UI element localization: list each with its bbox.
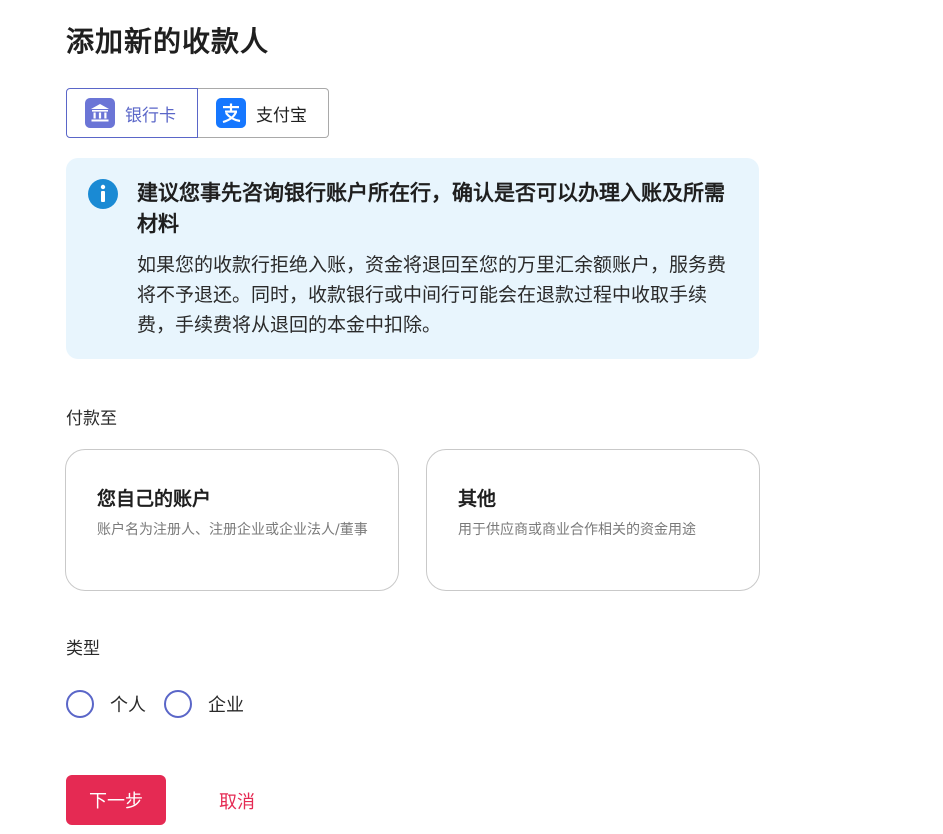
- card-description: 账户名为注册人、注册企业或企业法人/董事: [97, 522, 368, 538]
- card-description: 用于供应商或商业合作相关的资金用途: [458, 522, 696, 538]
- card-title: 您自己的账户: [97, 488, 212, 510]
- radio-label-individual: 个人: [110, 695, 146, 716]
- pay-to-other-card[interactable]: 其他 用于供应商或商业合作相关的资金用途: [426, 449, 760, 591]
- pay-to-own-account-card[interactable]: 您自己的账户 账户名为注册人、注册企业或企业法人/董事: [65, 449, 399, 591]
- payment-method-tabs: 银行卡 支付宝: [66, 88, 329, 138]
- card-title: 其他: [458, 488, 497, 510]
- type-label: 类型: [66, 639, 100, 659]
- tab-alipay[interactable]: 支付宝: [198, 88, 329, 138]
- type-business-option[interactable]: 企业: [164, 690, 244, 718]
- add-payee-page: 添加新的收款人 银行卡 支付宝 建议您事先咨询银行账户所在行，确认是否可以办理入…: [0, 0, 943, 834]
- radio-button-business[interactable]: [164, 690, 192, 718]
- radio-label-business: 企业: [208, 695, 244, 716]
- cancel-button[interactable]: 取消: [219, 788, 255, 814]
- pay-to-label: 付款至: [66, 409, 117, 429]
- alipay-icon: [216, 98, 246, 128]
- type-radio-group: 个人 企业: [66, 690, 262, 718]
- tab-alipay-label: 支付宝: [256, 105, 307, 126]
- page-title: 添加新的收款人: [66, 25, 270, 58]
- bank-icon: [85, 98, 115, 128]
- notice-box: 建议您事先咨询银行账户所在行，确认是否可以办理入账及所需材料 如果您的收款行拒绝…: [66, 158, 759, 359]
- next-button[interactable]: 下一步: [66, 775, 166, 825]
- radio-button-individual[interactable]: [66, 690, 94, 718]
- notice-body: 如果您的收款行拒绝入账，资金将退回至您的万里汇余额账户，服务费将不予退还。同时，…: [137, 254, 727, 336]
- tab-bank-card[interactable]: 银行卡: [66, 88, 198, 138]
- info-icon: [87, 178, 119, 210]
- tab-bank-card-label: 银行卡: [125, 105, 176, 126]
- notice-title: 建议您事先咨询银行账户所在行，确认是否可以办理入账及所需材料: [137, 181, 725, 236]
- type-individual-option[interactable]: 个人: [66, 690, 146, 718]
